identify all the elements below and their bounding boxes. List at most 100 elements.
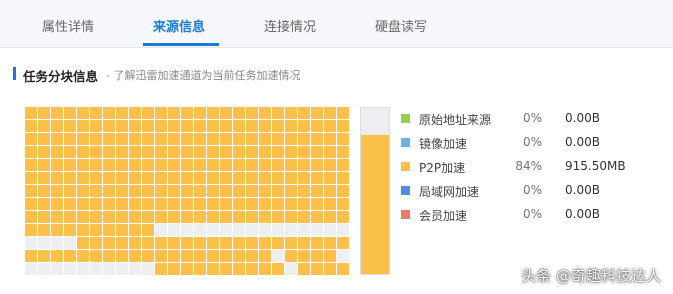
tab-disk-io[interactable]: 硬盘读写 [375,16,427,35]
block-downloaded [194,263,206,275]
block-downloaded [168,159,180,171]
block-downloaded [77,120,89,132]
block-downloaded [246,172,258,184]
block-downloaded [298,172,310,184]
block-downloaded [324,107,336,119]
block-downloaded [64,133,76,145]
overall-progress-fill [361,134,389,274]
block-downloaded [324,159,336,171]
block-pending [25,263,37,275]
block-pending [181,224,193,236]
block-downloaded [337,198,349,210]
block-downloaded [168,146,180,158]
block-downloaded [220,198,232,210]
legend-percent: 0% [522,111,542,125]
block-downloaded [38,107,50,119]
block-downloaded [155,250,167,262]
block-downloaded [129,172,141,184]
block-downloaded [129,185,141,197]
block-downloaded [259,185,271,197]
legend-swatch [401,138,410,147]
block-downloaded [246,146,258,158]
block-downloaded [155,263,167,275]
block-downloaded [337,107,349,119]
legend-size: 0.00B [565,111,600,125]
block-pending [220,224,232,236]
block-downloaded [337,263,349,275]
block-downloaded [220,185,232,197]
block-downloaded [298,263,310,275]
block-pending [25,237,37,249]
block-downloaded [129,133,141,145]
block-downloaded [116,198,128,210]
block-downloaded [38,172,50,184]
block-downloaded [155,237,167,249]
legend-size: 915.50MB [565,159,626,173]
block-downloaded [168,133,180,145]
legend-swatch [401,162,410,171]
watermark: 头条 @奇趣科技达人 [521,267,661,285]
block-downloaded [272,107,284,119]
block-downloaded [116,133,128,145]
block-pending [272,224,284,236]
block-downloaded [25,211,37,223]
block-downloaded [51,211,63,223]
block-downloaded [285,185,297,197]
block-downloaded [194,172,206,184]
block-downloaded [298,250,310,262]
block-downloaded [337,172,349,184]
block-downloaded [168,172,180,184]
block-downloaded [194,107,206,119]
block-downloaded [298,120,310,132]
block-downloaded [272,146,284,158]
block-downloaded [168,211,180,223]
block-downloaded [259,133,271,145]
block-downloaded [77,107,89,119]
block-downloaded [129,146,141,158]
block-downloaded [220,250,232,262]
block-downloaded [298,146,310,158]
block-downloaded [207,211,219,223]
block-downloaded [298,159,310,171]
block-downloaded [233,107,245,119]
block-downloaded [38,159,50,171]
tab-connections[interactable]: 连接情况 [264,16,316,35]
legend-label: 镜像加速 [419,137,468,151]
block-downloaded [298,237,310,249]
block-downloaded [155,211,167,223]
block-downloaded [51,198,63,210]
tab-source-info[interactable]: 来源信息 [153,16,205,35]
block-downloaded [246,133,258,145]
block-downloaded [77,250,89,262]
block-downloaded [168,198,180,210]
block-downloaded [246,185,258,197]
block-pending [194,224,206,236]
block-downloaded [168,263,180,275]
block-downloaded [142,120,154,132]
block-downloaded [181,107,193,119]
block-downloaded [181,159,193,171]
block-downloaded [77,185,89,197]
block-downloaded [220,146,232,158]
block-downloaded [103,172,115,184]
block-downloaded [298,211,310,223]
block-downloaded [233,250,245,262]
block-downloaded [207,237,219,249]
block-downloaded [77,198,89,210]
block-downloaded [207,146,219,158]
block-downloaded [324,237,336,249]
block-downloaded [64,250,76,262]
block-downloaded [103,146,115,158]
block-pending [116,263,128,275]
block-downloaded [116,159,128,171]
block-pending [298,224,310,236]
block-downloaded [194,250,206,262]
block-downloaded [311,198,323,210]
block-downloaded [324,185,336,197]
block-downloaded [51,159,63,171]
block-downloaded [77,172,89,184]
tab-properties[interactable]: 属性详情 [42,16,94,35]
block-downloaded [25,159,37,171]
block-downloaded [155,172,167,184]
block-pending [64,237,76,249]
